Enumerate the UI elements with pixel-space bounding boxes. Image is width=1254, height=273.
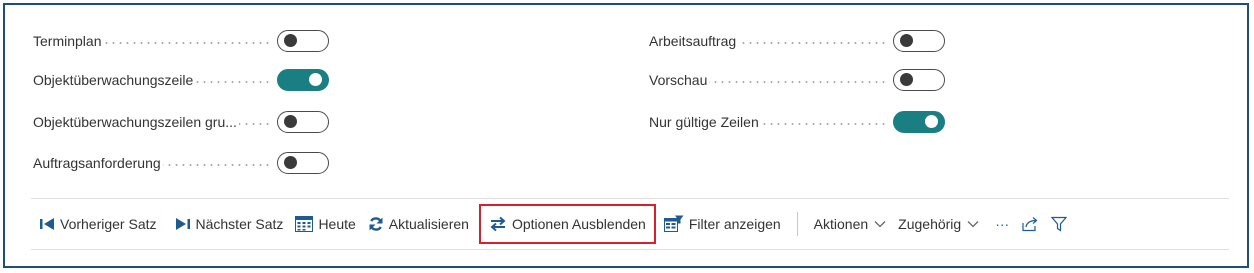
toggle-knob (309, 73, 322, 86)
share-icon (1021, 216, 1039, 232)
field-label-objektueberwachungszeilen-gruppe: Objektüberwachungszeilen gru... (33, 110, 277, 134)
hide-options-button[interactable]: Optionen Ausblenden (478, 204, 656, 244)
toggle-knob (284, 34, 297, 47)
field-label-text: Auftragsanforderung (33, 155, 163, 171)
options-fields: Terminplan Objektüberwachungszeile Objek… (5, 5, 1247, 205)
toggle-knob (900, 34, 913, 47)
toggle-knob (925, 115, 938, 128)
toolbar-separator (796, 212, 798, 236)
share-button[interactable] (1015, 208, 1045, 240)
more-options-label: ··· (995, 216, 1010, 232)
field-label-objektueberwachungszeile: Objektüberwachungszeile (33, 68, 277, 92)
field-label-text: Vorschau (649, 72, 710, 88)
related-menu[interactable]: Zugehörig (892, 208, 985, 240)
action-bar: Vorheriger Satz Nächster Satz Heute Aktu… (33, 204, 1073, 244)
toggle-knob (284, 156, 297, 169)
toggle-objektueberwachungszeile[interactable] (277, 69, 329, 91)
field-label-text: Terminplan (33, 33, 104, 49)
chevron-down-icon (874, 220, 886, 228)
field-label-text: Objektüberwachungszeilen gru... (33, 114, 239, 130)
calendar-icon (295, 216, 314, 232)
more-options-button[interactable]: ··· (989, 208, 1015, 240)
today-label: Heute (318, 216, 356, 232)
field-objektueberwachungszeilen-gruppe: Objektüberwachungszeilen gru... (33, 110, 329, 134)
hide-options-label: Optionen Ausblenden (511, 216, 646, 232)
field-label-nur-gueltige-zeilen: Nur gültige Zeilen (649, 110, 893, 134)
refresh-label: Aktualisieren (388, 216, 469, 232)
previous-record-button[interactable]: Vorheriger Satz (33, 208, 163, 240)
previous-record-icon (39, 217, 55, 231)
page-frame: Terminplan Objektüberwachungszeile Objek… (3, 3, 1249, 268)
toolbar-top-divider (31, 198, 1229, 199)
next-record-label: Nächster Satz (195, 216, 284, 232)
field-label-auftragsanforderung: Auftragsanforderung (33, 151, 277, 175)
field-nur-gueltige-zeilen: Nur gültige Zeilen (649, 110, 945, 134)
field-label-text: Arbeitsauftrag (649, 33, 739, 49)
field-label-vorschau: Vorschau (649, 68, 893, 92)
field-terminplan: Terminplan (33, 29, 329, 53)
field-vorschau: Vorschau (649, 68, 945, 92)
previous-record-label: Vorheriger Satz (60, 216, 157, 232)
filter-toggle-button[interactable] (1045, 208, 1073, 240)
swap-arrows-icon (489, 216, 507, 232)
filter-pane-icon (663, 215, 684, 233)
field-label-text: Nur gültige Zeilen (649, 114, 761, 130)
refresh-button[interactable]: Aktualisieren (362, 208, 475, 240)
actions-menu[interactable]: Aktionen (808, 208, 892, 240)
show-filter-button[interactable]: Filter anzeigen (658, 208, 787, 240)
chevron-down-icon (967, 220, 979, 228)
today-button[interactable]: Heute (289, 208, 361, 240)
toggle-arbeitsauftrag[interactable] (893, 30, 945, 52)
toggle-auftragsanforderung[interactable] (277, 152, 329, 174)
toggle-objektueberwachungszeilen-gruppe[interactable] (277, 111, 329, 133)
field-label-text: Objektüberwachungszeile (33, 72, 196, 88)
next-record-icon (175, 217, 191, 231)
funnel-icon (1051, 216, 1068, 232)
next-record-button[interactable]: Nächster Satz (169, 208, 290, 240)
toggle-vorschau[interactable] (893, 69, 945, 91)
field-objektueberwachungszeile: Objektüberwachungszeile (33, 68, 329, 92)
toggle-knob (900, 73, 913, 86)
field-label-arbeitsauftrag: Arbeitsauftrag (649, 29, 893, 53)
show-filter-label: Filter anzeigen (688, 216, 781, 232)
field-label-terminplan: Terminplan (33, 29, 277, 53)
refresh-icon (368, 216, 384, 232)
field-auftragsanforderung: Auftragsanforderung (33, 151, 329, 175)
toolbar-bottom-divider (31, 249, 1229, 250)
toggle-nur-gueltige-zeilen[interactable] (893, 111, 945, 133)
toggle-knob (284, 115, 297, 128)
related-label: Zugehörig (898, 216, 962, 232)
field-arbeitsauftrag: Arbeitsauftrag (649, 29, 945, 53)
toggle-terminplan[interactable] (277, 30, 329, 52)
actions-label: Aktionen (813, 216, 869, 232)
